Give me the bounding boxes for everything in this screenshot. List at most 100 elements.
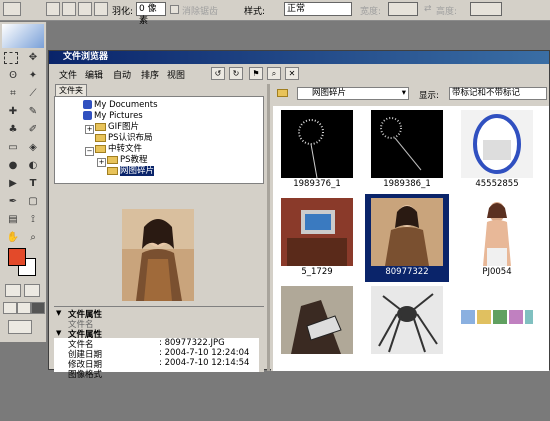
folder-icon [95, 144, 106, 153]
screen-mode-standard-icon[interactable] [3, 302, 17, 314]
trash-icon[interactable]: ✕ [285, 67, 299, 80]
thumbnail-image [461, 110, 533, 178]
collapse-arrow-icon[interactable]: ▼ [56, 329, 61, 337]
menu-automate[interactable]: 自动 [113, 68, 131, 81]
lasso-icon[interactable]: ʘ [4, 68, 22, 84]
menu-edit[interactable]: 编辑 [85, 68, 103, 81]
bucket-icon[interactable]: ◈ [24, 140, 42, 156]
thumbnail-image [371, 198, 443, 266]
folder-icon [107, 155, 118, 164]
collapse-arrow-icon[interactable]: ▼ [56, 309, 61, 317]
add-selection-icon[interactable] [62, 2, 76, 16]
screen-mode-full-menu-icon[interactable] [17, 302, 31, 314]
tree-item-web-fragments[interactable]: 网图碎片 [107, 166, 155, 177]
pane-divider[interactable] [267, 84, 270, 371]
menu-sort[interactable]: 排序 [141, 68, 159, 81]
shape-icon[interactable]: ▢ [24, 194, 42, 210]
file-browser-menubar: 文件 编辑 自动 排序 视图 ↺ ↻ ⚑ ⌕ ✕ [49, 65, 549, 83]
path-select-icon[interactable]: ▶ [4, 176, 22, 192]
thumbnail-pane: 网图碎片 ▾ 显示: 带标记和不带标记 1989376_1 1989386_1 4… [271, 84, 549, 371]
standard-mode-icon[interactable] [5, 284, 21, 297]
options-bar: 羽化: 0 像素 消除锯齿 样式: 正常 宽度: ⇄ 高度: [0, 0, 550, 26]
folder-up-icon[interactable] [277, 88, 289, 98]
thumbnail-item[interactable] [275, 282, 359, 370]
metadata-table: 文件名 : 80977322.JPG 创建日期 : 2004-7-10 12:2… [54, 338, 259, 380]
zoom-icon[interactable]: ⌕ [24, 230, 42, 246]
eyedropper-icon[interactable]: ⟟ [24, 212, 42, 228]
intersect-selection-icon[interactable] [94, 2, 108, 16]
quickmask-mode-icon[interactable] [24, 284, 40, 297]
history-brush-icon[interactable]: ✐ [24, 122, 42, 138]
style-select[interactable]: 正常 [284, 2, 352, 16]
marquee-icon[interactable] [4, 52, 18, 64]
tab-folders[interactable]: 文件夹 [55, 84, 87, 96]
show-select[interactable]: 带标记和不带标记 [449, 87, 547, 100]
slice-icon[interactable]: ⟋ [24, 86, 42, 102]
path-select[interactable]: 网图碎片 ▾ [297, 87, 409, 100]
magic-wand-icon[interactable]: ✦ [24, 68, 42, 84]
new-selection-icon[interactable] [46, 2, 60, 16]
rotate-cw-icon[interactable]: ↻ [229, 67, 243, 80]
thumbnail-image [281, 110, 353, 178]
menu-view[interactable]: 视图 [167, 68, 185, 81]
antialias-label: 消除锯齿 [182, 7, 219, 17]
crop-icon[interactable]: ⌗ [4, 86, 22, 102]
swap-icon[interactable]: ⇄ [424, 4, 432, 14]
tree-item-gif[interactable]: GIF图片 [95, 122, 139, 133]
thumbnail-item[interactable]: 1989386_1 [365, 106, 449, 194]
thumbnail-item[interactable]: 1989376_1 [275, 106, 359, 194]
expand-gif-icon[interactable]: + [85, 125, 94, 134]
stamp-icon[interactable]: ♣ [4, 122, 22, 138]
height-input[interactable] [470, 2, 502, 16]
thumbnail-caption: PJ0054 [482, 267, 512, 277]
hand-icon[interactable]: ✋ [4, 230, 22, 246]
rotate-ccw-icon[interactable]: ↺ [211, 67, 225, 80]
feather-input[interactable]: 0 像素 [136, 2, 166, 26]
menu-file[interactable]: 文件 [59, 68, 77, 81]
thumbnail-item[interactable] [455, 282, 539, 370]
blur-icon[interactable]: ● [4, 158, 22, 174]
dodge-icon[interactable]: ◐ [24, 158, 42, 174]
eraser-icon[interactable]: ▭ [4, 140, 22, 156]
metadata-value: : 2004-7-10 12:24:04 [159, 348, 250, 358]
thumbnail-item[interactable]: 45552855 [455, 106, 539, 194]
folder-tree: My Documents My Pictures + GIF图片 PS认识布局 … [54, 96, 264, 184]
thumbnail-item[interactable]: PJ0054 [455, 194, 539, 282]
thumbnail-image [461, 198, 533, 266]
search-icon[interactable]: ⌕ [267, 67, 281, 80]
thumbnail-item-selected[interactable]: 80977322 [365, 194, 449, 282]
move-icon[interactable]: ✥ [24, 50, 42, 66]
brush-icon[interactable]: ✎ [24, 104, 42, 120]
tree-item-ps-tutorial[interactable]: PS教程 [107, 155, 148, 166]
tree-item-my-pictures[interactable]: My Pictures [83, 111, 143, 122]
width-label: 宽度: [360, 7, 382, 17]
tree-item-ps-layout[interactable]: PS认识布局 [95, 133, 153, 144]
thumbnail-item[interactable]: 5_1729 [275, 194, 359, 282]
height-label: 高度: [436, 7, 458, 17]
healing-icon[interactable]: ✚ [4, 104, 22, 120]
tree-item-transfer[interactable]: 中转文件 [95, 144, 142, 155]
metadata-value: : 80977322.JPG [159, 338, 225, 348]
notes-icon[interactable]: ▤ [4, 212, 22, 228]
foreground-color-swatch[interactable] [8, 248, 26, 266]
pen-icon[interactable]: ✒ [4, 194, 22, 210]
subtract-selection-icon[interactable] [78, 2, 92, 16]
feather-label: 羽化: [112, 7, 134, 17]
screen-mode-full-icon[interactable] [31, 302, 45, 314]
marquee-preset-button[interactable] [3, 2, 21, 16]
width-input[interactable] [388, 2, 418, 16]
thumbnail-caption: 1989386_1 [383, 179, 431, 189]
thumbnail-grid: 1989376_1 1989386_1 45552855 5_1729 8097… [273, 106, 549, 371]
thumbnail-item[interactable] [365, 282, 449, 370]
metadata-value: : 2004-7-10 12:14:54 [159, 358, 250, 368]
expand-ps-tutorial-icon[interactable]: + [97, 158, 106, 167]
my-pictures-icon [83, 111, 92, 120]
type-icon[interactable]: T [24, 176, 42, 192]
flag-icon[interactable]: ⚑ [249, 67, 263, 80]
collapse-transfer-icon[interactable]: − [85, 147, 94, 156]
antialias-checkbox[interactable] [170, 5, 179, 14]
jump-to-imageready-icon[interactable] [8, 320, 32, 334]
folder-icon [95, 122, 106, 131]
preview-pane [54, 189, 264, 304]
tree-item-my-documents[interactable]: My Documents [83, 100, 158, 111]
